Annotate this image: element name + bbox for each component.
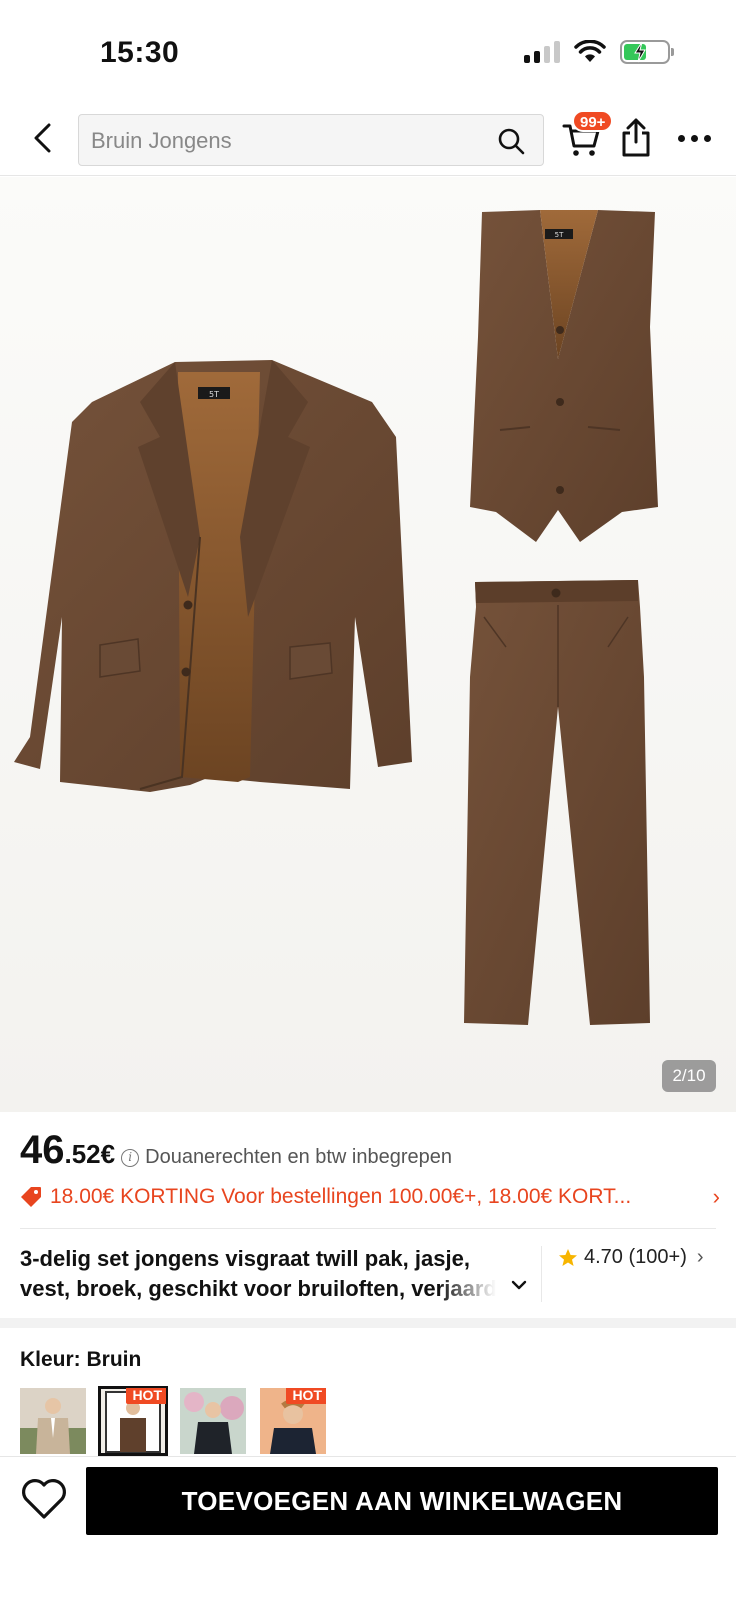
color-swatch-black[interactable] — [180, 1388, 246, 1454]
bottom-action-bar: TOEVOEGEN AAN WINKELWAGEN — [0, 1456, 736, 1600]
price-currency: € — [100, 1139, 116, 1169]
svg-text:5T: 5T — [209, 390, 219, 399]
product-image-gallery[interactable]: 5T 5T 2/10 — [0, 177, 736, 1112]
price-row: 46 .52 € i Douanerechten en btw inbegrep… — [20, 1128, 452, 1172]
battery-icon — [620, 40, 674, 64]
color-swatch-navy[interactable]: HOT — [260, 1388, 326, 1454]
divider — [541, 1246, 542, 1302]
tax-note: Douanerechten en btw inbegrepen — [145, 1146, 453, 1168]
vest-illustration: 5T — [470, 210, 658, 542]
price-tag-icon — [21, 1187, 41, 1207]
star-icon — [559, 1248, 577, 1266]
color-swatches: HOT HOT — [20, 1386, 326, 1456]
share-icon — [622, 118, 650, 157]
status-time: 15:30 — [100, 36, 180, 69]
chevron-left-icon — [34, 123, 51, 153]
more-dot-icon — [704, 134, 711, 142]
search-icon[interactable] — [497, 127, 525, 155]
hot-badge: HOT — [126, 1388, 166, 1404]
info-icon[interactable]: i — [121, 1149, 140, 1167]
cart-count-badge: 99+ — [572, 110, 614, 132]
divider — [20, 1228, 716, 1229]
image-counter: 2/10 — [662, 1060, 716, 1092]
add-to-cart-button[interactable]: TOEVOEGEN AAN WINKELWAGEN — [86, 1467, 718, 1535]
rating-summary[interactable]: 4.70 (100+) › — [558, 1246, 704, 1269]
status-bar: 15:30 — [0, 0, 736, 100]
price-decimal: .52 — [64, 1139, 101, 1169]
color-swatch-brown[interactable]: HOT — [98, 1386, 168, 1456]
more-dot-icon — [678, 134, 685, 142]
share-button[interactable] — [620, 116, 660, 160]
search-placeholder: Bruin Jongens — [91, 128, 232, 153]
svg-text:5T: 5T — [555, 231, 564, 239]
more-options-button[interactable] — [678, 128, 718, 148]
color-label: Kleur: Bruin — [20, 1348, 142, 1371]
top-nav-bar: Bruin Jongens 99+ — [0, 100, 736, 176]
rating-value: 4.70 — [584, 1246, 623, 1268]
color-swatch-beige[interactable] — [20, 1388, 86, 1454]
trousers-illustration — [464, 580, 650, 1025]
wifi-icon — [574, 40, 606, 62]
heart-icon — [22, 1479, 66, 1519]
chevron-right-icon: › — [712, 1184, 720, 1209]
wishlist-button[interactable] — [20, 1477, 68, 1525]
suit-product-photo: 5T 5T — [14, 210, 658, 1025]
chevron-down-icon[interactable] — [510, 1278, 528, 1292]
section-divider — [0, 1318, 736, 1328]
hot-badge: HOT — [286, 1388, 326, 1404]
more-dot-icon — [691, 134, 698, 142]
search-input[interactable]: Bruin Jongens — [78, 114, 544, 166]
status-icons — [524, 40, 674, 64]
chevron-right-icon: › — [696, 1246, 704, 1268]
price-integer: 46 — [20, 1128, 65, 1172]
discount-banner[interactable]: 18.00€ KORTING Voor bestellingen 100.00€… — [20, 1180, 720, 1214]
back-button[interactable] — [22, 118, 62, 158]
product-title[interactable]: 3-delig set jongens visgraat twill pak, … — [20, 1244, 526, 1304]
product-title-line-2: vest, broek, geschikt voor bruiloften, v… — [20, 1276, 496, 1301]
product-title-line-1: 3-delig set jongens visgraat twill pak, … — [20, 1246, 470, 1271]
cellular-signal-icon — [524, 41, 560, 63]
discount-text: 18.00€ KORTING Voor bestellingen 100.00€… — [50, 1185, 632, 1208]
rating-count: (100+) — [628, 1246, 687, 1268]
jacket-illustration: 5T — [14, 360, 412, 792]
